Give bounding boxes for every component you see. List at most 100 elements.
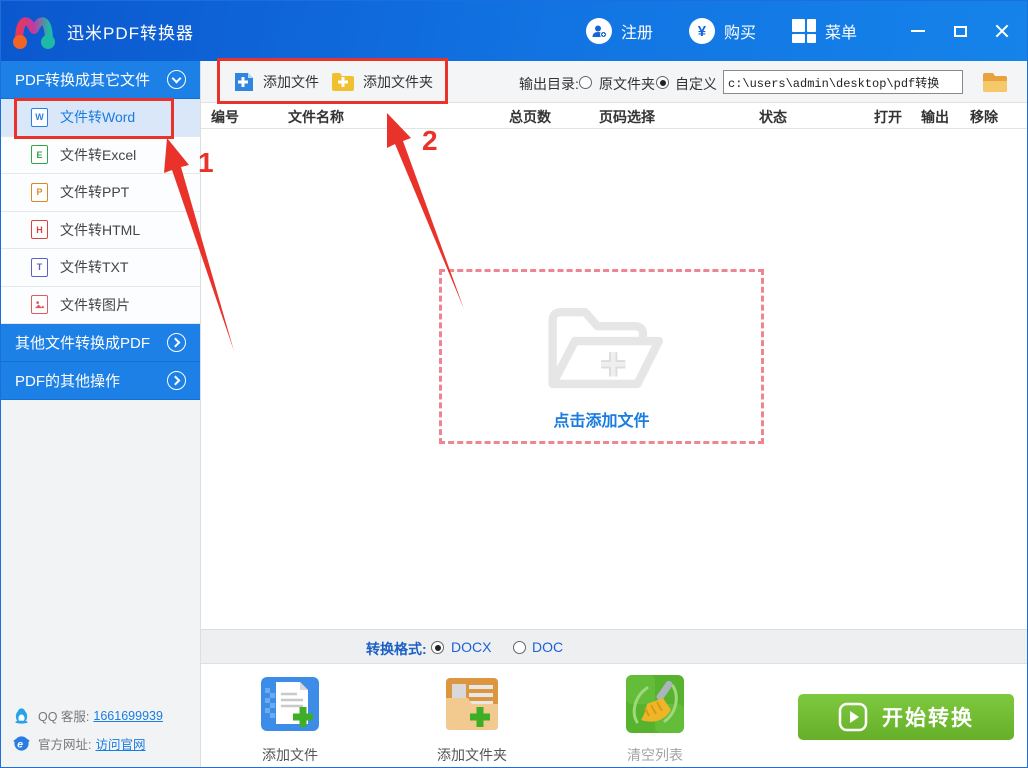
- output-dir-label: 输出目录:: [519, 76, 579, 92]
- col-output: 输出: [921, 109, 949, 125]
- minimize-button[interactable]: [901, 14, 935, 48]
- browse-folder-button[interactable]: [981, 69, 1009, 95]
- sidebar-item-pdf-to-html[interactable]: H 文件转HTML: [1, 211, 200, 249]
- close-icon: [995, 24, 1009, 38]
- menu-label: 菜单: [824, 25, 857, 42]
- start-convert-button[interactable]: 开始转换: [798, 694, 1014, 740]
- col-filename: 文件名称: [288, 109, 344, 125]
- register-button[interactable]: 注册: [585, 18, 653, 44]
- add-file-button[interactable]: 添加文件: [233, 61, 319, 103]
- clear-list-button[interactable]: 清空列表: [615, 674, 695, 765]
- col-open: 打开: [874, 109, 902, 125]
- browser-e-icon: e: [13, 736, 30, 751]
- svg-text:e: e: [17, 739, 23, 750]
- sidebar-item-pdf-to-word[interactable]: W 文件转Word: [1, 99, 200, 137]
- yen-icon: ¥: [688, 18, 715, 44]
- official-site-label: 官方网址:: [38, 738, 92, 752]
- format-bar: 转换格式: DOCX DOC: [201, 629, 1027, 663]
- maximize-button[interactable]: [943, 14, 977, 48]
- app-title: 迅米PDF转换器: [67, 23, 194, 43]
- col-status: 状态: [759, 109, 787, 125]
- official-site-link[interactable]: 访问官网: [95, 734, 145, 753]
- add-folder-big-icon: [446, 678, 498, 730]
- sidebar-footer: QQ 客服: 1661699939 e 官方网址: 访问官网: [13, 697, 163, 753]
- item-label: 文件转HTML: [60, 221, 141, 238]
- dropzone-label: 点击添加文件: [553, 413, 650, 430]
- sidebar-section-pdf-to-other[interactable]: PDF转换成其它文件: [1, 61, 200, 99]
- col-page-select: 页码选择: [599, 109, 655, 125]
- add-file-big-label: 添加文件: [262, 747, 318, 763]
- sidebar-section-other-to-pdf[interactable]: 其他文件转换成PDF: [1, 324, 200, 362]
- add-file-icon: [235, 73, 253, 91]
- add-folder-label: 添加文件夹: [363, 74, 433, 90]
- dropzone[interactable]: 点击添加文件: [439, 269, 764, 444]
- minimize-icon: [911, 30, 925, 32]
- close-button[interactable]: [985, 14, 1019, 48]
- sidebar: PDF转换成其它文件 W 文件转Word E 文件转Excel P 文件转PPT…: [1, 61, 201, 767]
- radio-original-folder[interactable]: [579, 76, 592, 89]
- sidebar-item-pdf-to-ppt[interactable]: P 文件转PPT: [1, 174, 200, 212]
- radio-doc-label[interactable]: DOC: [532, 639, 563, 655]
- excel-file-icon: E: [31, 145, 48, 165]
- qq-service-label: QQ 客服:: [38, 710, 90, 724]
- word-file-icon: W: [31, 107, 48, 127]
- col-number: 编号: [211, 109, 239, 125]
- add-folder-icon: [332, 73, 354, 91]
- image-icon: [31, 295, 48, 315]
- add-folder-button[interactable]: 添加文件夹: [331, 61, 433, 103]
- sidebar-item-pdf-to-excel[interactable]: E 文件转Excel: [1, 136, 200, 174]
- buy-button[interactable]: ¥ 购买: [688, 18, 756, 44]
- register-user-icon: [585, 18, 612, 44]
- chevron-down-icon: [167, 70, 186, 89]
- col-total-pages: 总页数: [509, 109, 551, 125]
- toolbar: 添加文件 添加文件夹 输出目录: 原文件夹 自定义: [201, 61, 1027, 103]
- item-label: 文件转TXT: [60, 259, 129, 276]
- radio-custom[interactable]: [656, 76, 669, 89]
- item-label: 文件转图片: [60, 296, 130, 313]
- menu-button[interactable]: 菜单: [791, 19, 857, 43]
- section-label: PDF转换成其它文件: [15, 72, 151, 89]
- register-label: 注册: [620, 25, 653, 42]
- section-label: PDF的其他操作: [15, 373, 121, 390]
- clear-list-label: 清空列表: [627, 747, 683, 763]
- start-convert-label: 开始转换: [882, 707, 974, 730]
- radio-doc[interactable]: [513, 641, 526, 654]
- radio-original-folder-label[interactable]: 原文件夹: [599, 74, 655, 94]
- buy-label: 购买: [723, 25, 756, 42]
- menu-grid-icon: [791, 19, 816, 43]
- sidebar-section-pdf-other-ops[interactable]: PDF的其他操作: [1, 362, 200, 400]
- item-label: 文件转Excel: [60, 146, 137, 163]
- col-remove: 移除: [970, 109, 998, 125]
- play-icon: [838, 702, 868, 732]
- ppt-file-icon: P: [31, 182, 48, 202]
- bottom-bar: 添加文件 添加文件夹 清空列表 开始转换: [201, 663, 1027, 767]
- qq-number-link[interactable]: 1661699939: [93, 709, 163, 723]
- radio-docx[interactable]: [431, 641, 444, 654]
- app-window: 迅米PDF转换器 注册 ¥ 购买 菜单 PDF转换成其它文件 W 文件转Word…: [0, 0, 1028, 768]
- sidebar-item-pdf-to-txt[interactable]: T 文件转TXT: [1, 249, 200, 287]
- qq-icon: [15, 708, 28, 724]
- html-file-icon: H: [31, 220, 48, 240]
- add-file-big-button[interactable]: 添加文件: [250, 674, 330, 765]
- add-folder-big-button[interactable]: 添加文件夹: [432, 674, 512, 765]
- maximize-icon: [953, 25, 967, 37]
- file-table-header: 编号 文件名称 总页数 页码选择 状态 打开 输出 移除: [201, 103, 1027, 129]
- add-file-big-icon: [261, 677, 319, 731]
- radio-custom-label[interactable]: 自定义: [675, 74, 717, 94]
- clear-list-broom-icon: [626, 675, 684, 733]
- item-label: 文件转Word: [60, 109, 136, 126]
- format-label: 转换格式:: [366, 641, 427, 657]
- chevron-right-icon: [167, 371, 186, 390]
- app-logo-icon: [13, 17, 55, 49]
- add-file-label: 添加文件: [263, 74, 319, 90]
- add-folder-big-label: 添加文件夹: [437, 747, 507, 763]
- add-folder-outline-icon: [547, 308, 663, 389]
- sidebar-item-pdf-to-image[interactable]: 文件转图片: [1, 286, 200, 324]
- item-label: 文件转PPT: [60, 184, 130, 201]
- output-path-input[interactable]: [723, 70, 963, 94]
- radio-docx-label[interactable]: DOCX: [451, 639, 491, 655]
- titlebar: 迅米PDF转换器 注册 ¥ 购买 菜单: [1, 1, 1027, 61]
- txt-file-icon: T: [31, 257, 48, 277]
- chevron-right-icon: [167, 333, 186, 352]
- section-label: 其他文件转换成PDF: [15, 335, 151, 352]
